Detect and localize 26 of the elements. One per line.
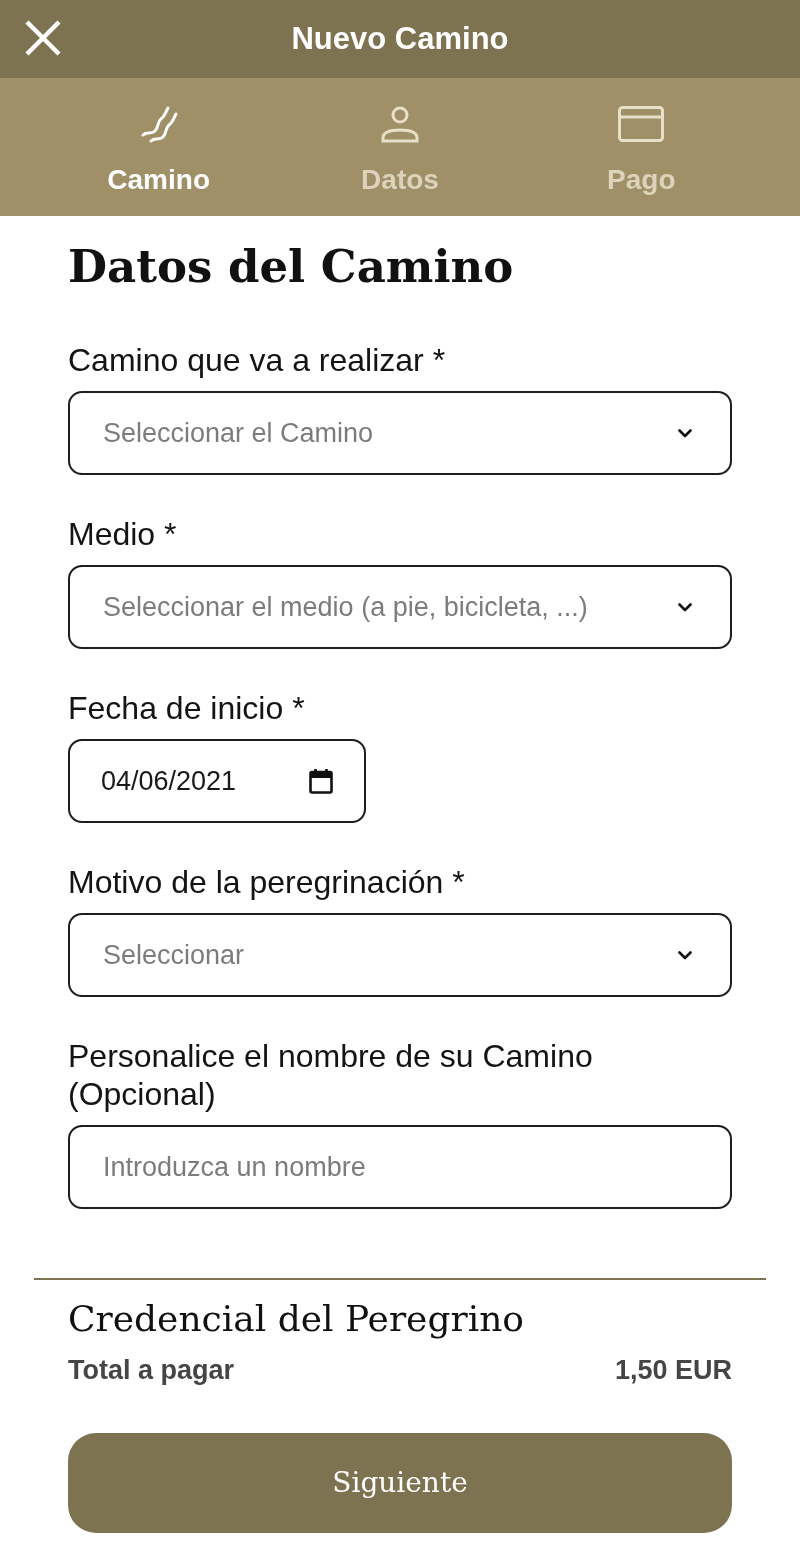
input-field[interactable]: Introduzca un nombre xyxy=(68,1125,732,1209)
step-tab[interactable]: Pago xyxy=(520,78,762,216)
select-field[interactable]: Seleccionar el Camino xyxy=(68,391,732,475)
total-label: Total a pagar xyxy=(68,1354,235,1386)
header-title: Nuevo Camino xyxy=(291,19,509,58)
next-button[interactable]: Siguiente xyxy=(68,1433,732,1533)
chevron-down-icon xyxy=(678,602,692,612)
field-label: Fecha de inicio * xyxy=(68,689,306,727)
select-field[interactable]: Seleccionar el medio (a pie, bicicleta, ...) xyxy=(68,565,732,649)
total-value: 1,50 EUR xyxy=(614,1354,732,1386)
select-field[interactable]: Seleccionar xyxy=(68,913,732,997)
step-tab[interactable]: Datos xyxy=(279,78,521,216)
field-label: Motivo de la peregrinación * xyxy=(68,863,466,901)
date-field[interactable]: 04/06/2021 xyxy=(68,739,366,823)
step-tab[interactable]: Camino xyxy=(38,78,280,216)
field-label: Personalice el nombre de su Camino (Opcional) xyxy=(68,1037,594,1113)
close-icon xyxy=(24,19,62,57)
card-icon xyxy=(618,106,665,142)
summary-title: Credencial del Peregrino xyxy=(68,1297,526,1341)
section-title: Datos del Camino xyxy=(68,239,515,295)
chevron-down-icon xyxy=(678,950,692,960)
person-icon xyxy=(380,104,420,144)
calendar-icon xyxy=(309,768,333,794)
chevron-down-icon xyxy=(678,428,692,438)
field-label: Camino que va a realizar * xyxy=(68,341,447,379)
field-label: Medio * xyxy=(68,515,178,553)
